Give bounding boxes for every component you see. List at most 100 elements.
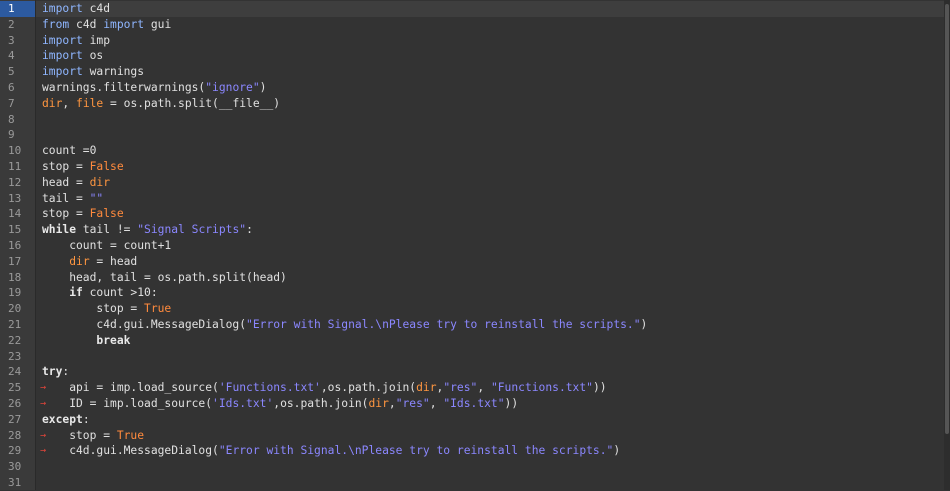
code-token: gui [144,17,172,31]
code-line[interactable]: if count >10: [36,285,950,301]
code-editor[interactable]: 1 2 3 4 5 6 7 8 9 10 11 12 13 14 15 16 17 18 19 20 21 22 23 24 2… [0,0,950,490]
code-token: head = [42,175,90,189]
code-line[interactable]: dir, file = os.path.split(__file__) [36,96,950,112]
code-token: c4d.gui.MessageDialog( [42,317,247,331]
code-line[interactable] [36,127,950,143]
line-number: 5 [8,65,15,79]
code-line[interactable] [36,459,950,475]
code-token: 'Ids.txt' [212,396,274,410]
line-number: 21 [8,317,22,331]
code-line[interactable]: stop = False [36,206,950,222]
code-token: True [144,302,172,316]
code-line[interactable] [36,349,950,365]
code-line[interactable]: try: [36,364,950,380]
code-line[interactable]: import c4d [36,1,950,17]
code-line[interactable]: stop = True [36,301,950,317]
line-number: 29 [8,444,22,458]
code-line[interactable]: → stop = True [36,428,950,444]
code-token: , [62,96,77,110]
code-token: "res" [395,396,430,410]
line-number: 31 [8,475,22,489]
code-token: import [42,2,83,15]
code-token: "res" [443,381,478,395]
line-number: 12 [8,175,22,189]
code-line[interactable] [36,112,950,128]
code-token: count =0 [42,144,97,158]
code-token: count >10: [82,286,158,300]
code-token: dir [89,175,111,189]
line-number: 11 [8,159,22,173]
code-line[interactable]: except: [36,412,950,428]
code-line[interactable]: head = dir [36,175,950,191]
line-number: 2 [8,17,15,31]
code-token: dir [42,96,63,110]
code-token: c4d [69,17,104,31]
line-number: 30 [8,460,22,474]
line-number: 10 [8,144,22,158]
code-line[interactable]: while tail != "Signal Scripts": [36,222,950,238]
code-token: head, tail = os.path.split(head) [42,270,287,284]
code-token: , [388,396,396,410]
tab-arrow-icon: → [40,429,47,441]
line-number: 4 [8,49,15,63]
code-line[interactable]: tail = "" [36,191,950,207]
code-token: file [76,96,104,110]
code-token: = head [89,254,138,268]
code-line[interactable]: → api = imp.load_source('Functions.txt',… [36,380,950,396]
code-token: c4d.gui.MessageDialog( [42,444,219,458]
tab-arrow-icon: → [40,397,47,409]
tab-arrow-icon: → [40,445,47,457]
line-number: 3 [8,33,15,47]
code-line[interactable]: break [36,333,950,349]
code-line[interactable]: dir = head [36,254,950,270]
code-line[interactable]: import os [36,48,950,64]
code-token: "ignore" [205,80,260,94]
code-token: "Error with Signal.\nPlease try to reins… [246,317,641,331]
line-number: 22 [8,333,22,347]
code-token: )) [592,381,607,395]
code-token: ) [613,444,621,458]
code-area[interactable]: import c4d from c4d import gui import imp i… [36,0,950,490]
code-line[interactable]: head, tail = os.path.split(head) [36,270,950,286]
code-line[interactable]: → ID = imp.load_source('Ids.txt',os.path… [36,396,950,412]
code-line[interactable]: import warnings [36,64,950,80]
code-token: tail = [42,191,90,205]
code-token: stop = [42,159,90,173]
line-number: 1 [0,1,35,17]
code-token: tail != [76,223,138,237]
code-line[interactable] [36,475,950,491]
code-line[interactable]: import imp [36,33,950,49]
line-number: 14 [8,207,22,221]
vertical-scrollbar[interactable] [944,0,950,490]
code-token: ) [640,317,648,331]
line-number: 17 [8,254,22,268]
line-number: 19 [8,286,22,300]
code-token: import [42,33,83,47]
code-line[interactable]: c4d.gui.MessageDialog("Error with Signal… [36,317,950,333]
code-line[interactable]: warnings.filterwarnings("ignore") [36,80,950,96]
code-token: os [82,49,104,63]
code-line[interactable]: from c4d import gui [36,17,950,33]
code-token: warnings [82,65,145,79]
scrollbar-thumb[interactable] [945,4,949,434]
code-line[interactable]: count =0 [36,143,950,159]
code-line[interactable]: → c4d.gui.MessageDialog("Error with Sign… [36,443,950,459]
code-line[interactable]: count = count+1 [36,238,950,254]
code-token: except [42,412,83,426]
code-token: api = imp.load_source( [42,381,219,395]
line-number: 20 [8,302,22,316]
line-number: 9 [8,128,15,142]
code-token: False [89,159,124,173]
code-token: while [42,223,77,237]
code-token: ) [259,80,267,94]
line-number: 7 [8,96,15,110]
code-line[interactable]: stop = False [36,159,950,175]
code-token: try [42,365,63,379]
code-token: , [429,396,444,410]
code-token: True [116,428,145,442]
line-number: 16 [8,238,22,252]
tab-arrow-icon: → [40,382,47,394]
code-token: "Ids.txt" [443,396,505,410]
code-token: dir [416,381,437,395]
code-token: from [42,17,70,31]
